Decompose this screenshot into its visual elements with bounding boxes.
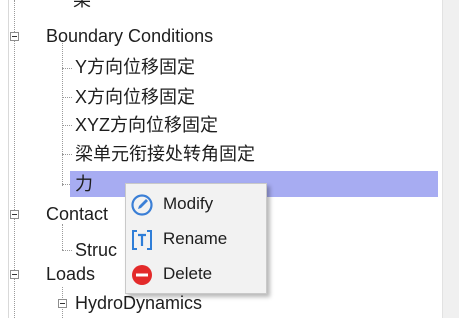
menu-item-label: Rename [163, 229, 228, 248]
delete-icon [132, 265, 152, 285]
context-menu: Modify Rename Delete [125, 183, 267, 294]
tree-item-contact[interactable]: Contact [43, 201, 111, 227]
tree-guide-line [62, 224, 63, 250]
tree-guide-line [62, 125, 72, 126]
tree-item-force[interactable]: 力 [72, 171, 96, 197]
tree-item-y-fix[interactable]: Y方向位移固定 [72, 54, 198, 80]
collapse-icon[interactable] [10, 32, 19, 41]
tree-guide-line [62, 97, 72, 98]
tree-item-struct[interactable]: Struc [72, 237, 120, 263]
tree-item-xyz-fix[interactable]: XYZ方向位移固定 [72, 112, 221, 138]
tree-item-top-partial[interactable]: 染 [70, 0, 94, 13]
rename-icon [132, 230, 152, 250]
menu-item-modify[interactable]: Modify [126, 187, 266, 221]
tree-item-loads[interactable]: Loads [43, 261, 98, 287]
tree-item-x-fix[interactable]: X方向位移固定 [72, 84, 198, 110]
vertical-scrollbar[interactable] [442, 0, 459, 318]
modify-icon [131, 194, 153, 216]
tree-guide-line [62, 68, 72, 69]
collapse-icon[interactable] [58, 299, 67, 308]
collapse-icon[interactable] [10, 210, 19, 219]
tree-guide-line [62, 250, 72, 251]
collapse-icon[interactable] [10, 270, 19, 279]
menu-item-delete[interactable]: Delete [126, 257, 266, 291]
tree-item-boundary-conditions[interactable]: Boundary Conditions [43, 23, 216, 49]
tree-guide-line [62, 40, 63, 186]
menu-item-label: Delete [163, 264, 213, 283]
tree-item-beam-joint-fix[interactable]: 梁单元衔接处转角固定 [72, 141, 258, 167]
menu-item-rename[interactable]: Rename [126, 222, 266, 256]
tree-guide-line [62, 154, 72, 155]
menu-item-label: Modify [163, 194, 214, 213]
